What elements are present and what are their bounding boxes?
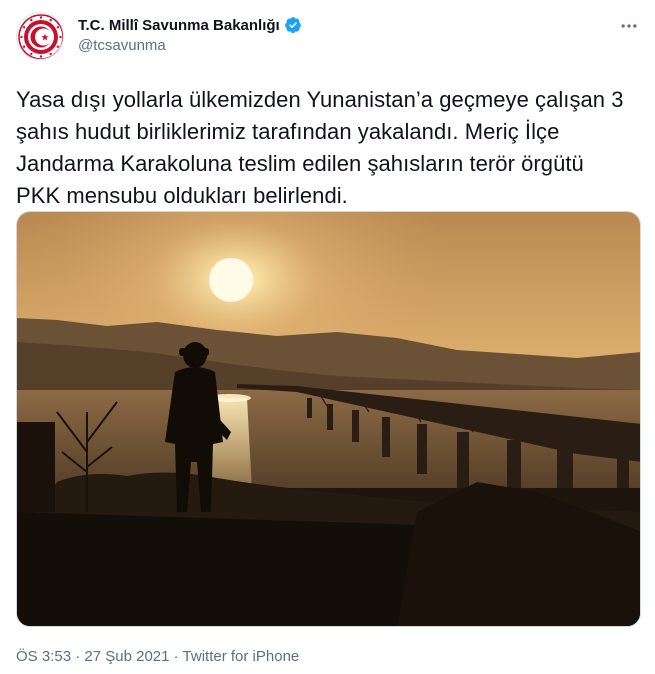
tweet-photo[interactable] [16,211,641,627]
verified-badge-icon [284,16,302,34]
tweet-text-line: şahıs hudut birliklerimiz tarafından yak… [16,119,560,144]
tweet-text-line: Jandarma Karakoluna teslim edilen şahısl… [16,151,584,176]
author-name-row[interactable]: T.C. Millî Savunma Bakanlığı [78,14,302,36]
ministry-emblem-icon[interactable] [16,12,64,60]
tweet-text: Yasa dışı yollarla ülkemizden Yunanistan… [16,84,641,212]
tweet-text-line: Yasa dışı yollarla ülkemizden Yunanistan… [16,87,624,112]
meta-separator: · [173,648,179,665]
meta-separator: · [75,648,81,665]
tweet-time[interactable]: ÖS 3:53 [16,648,71,665]
tweet-text-line: PKK mensubu oldukları belirlendi. [16,183,348,208]
sunset-soldier-bridge-photo [17,212,640,626]
tweet-date[interactable]: 27 Şub 2021 [84,648,169,665]
tweet-source[interactable]: Twitter for iPhone [183,648,300,665]
tweet-meta: ÖS 3:53 · 27 Şub 2021 · Twitter for iPho… [16,648,299,665]
author-display-name[interactable]: T.C. Millî Savunma Bakanlığı [78,17,280,34]
author-handle[interactable]: @tcsavunma [78,37,166,54]
tweet-card: T.C. Millî Savunma Bakanlığı @tcsavunma … [0,0,655,674]
more-options-icon[interactable] [617,14,641,38]
